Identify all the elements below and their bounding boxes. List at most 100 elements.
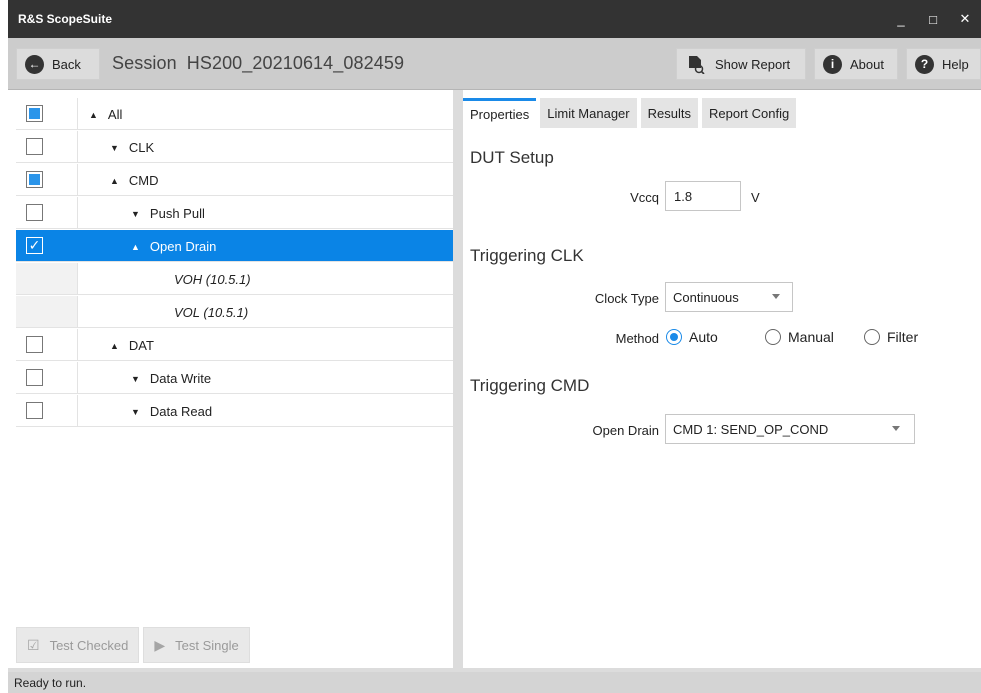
method-radio-manual[interactable]: Manual xyxy=(765,329,834,345)
test-tree-panel: ▲ All ▼ CLK ▲ CMD ▼ Push Pull ✓ ▲ Open Drain … xyxy=(16,98,453,668)
radio-label: Auto xyxy=(689,329,718,345)
session-prefix: Session xyxy=(112,53,177,73)
tree-row-clk[interactable]: ▼ CLK xyxy=(16,131,453,163)
tree-row-open-drain[interactable]: ✓ ▲ Open Drain xyxy=(16,230,453,262)
clock-type-select[interactable]: Continuous xyxy=(665,282,793,312)
session-name: HS200_20210614_082459 xyxy=(186,53,405,73)
tree-label-text: Data Read xyxy=(149,404,213,419)
show-report-button[interactable]: Show Report xyxy=(676,48,806,80)
tree-label-text: CMD xyxy=(128,173,159,188)
method-label: Method xyxy=(615,331,659,346)
expanded-arrow-icon: ▲ xyxy=(110,341,119,351)
tree-label: ▲ Open Drain xyxy=(131,239,216,254)
maximize-button[interactable]: □ xyxy=(917,0,949,38)
tree-row-cmd[interactable]: ▲ CMD xyxy=(16,164,453,196)
title-bar: R&S ScopeSuite _ □ ✕ xyxy=(8,0,981,38)
collapsed-arrow-icon: ▼ xyxy=(131,374,140,384)
checkbox[interactable] xyxy=(26,171,43,188)
show-report-label: Show Report xyxy=(715,56,791,72)
expanded-arrow-icon: ▲ xyxy=(110,176,119,186)
vccq-unit: V xyxy=(751,190,760,205)
tree-row-vol[interactable]: VOL (10.5.1) xyxy=(16,296,453,328)
tree-label: ▲ All xyxy=(89,107,122,122)
tree-label-text: Push Pull xyxy=(149,206,205,221)
collapsed-arrow-icon: ▼ xyxy=(131,407,140,417)
close-button[interactable]: ✕ xyxy=(949,0,981,38)
tree-label-text: Open Drain xyxy=(149,239,217,254)
open-drain-value: CMD 1: SEND_OP_COND xyxy=(673,421,829,437)
checkbox[interactable] xyxy=(26,105,43,122)
section-dut-setup: DUT Setup xyxy=(470,148,554,167)
checkbox-cell xyxy=(16,329,78,360)
back-label: Back xyxy=(52,56,81,72)
tree-row-dat[interactable]: ▲ DAT xyxy=(16,329,453,361)
method-radio-auto[interactable]: Auto xyxy=(666,329,718,345)
checkbox[interactable] xyxy=(26,336,43,353)
tree-row-push-pull[interactable]: ▼ Push Pull xyxy=(16,197,453,229)
clock-type-label: Clock Type xyxy=(594,291,659,306)
status-bar: Ready to run. xyxy=(8,672,981,693)
info-icon: i xyxy=(823,54,842,74)
tab-report-config[interactable]: Report Config xyxy=(701,98,797,128)
checkbox-cell xyxy=(16,395,78,426)
vccq-input[interactable]: 1.8 xyxy=(665,181,741,211)
tree-row-data-read[interactable]: ▼ Data Read xyxy=(16,395,453,427)
radio-indicator xyxy=(765,329,781,345)
chevron-down-icon xyxy=(892,426,900,431)
chevron-down-icon xyxy=(772,294,780,299)
tree-label-text: VOL (10.5.1) xyxy=(174,305,249,320)
collapsed-arrow-icon: ▼ xyxy=(131,209,140,219)
test-actions: ☑ Test Checked ▶ Test Single xyxy=(16,627,254,667)
radio-label: Filter xyxy=(887,329,919,345)
tree-label: ▲ DAT xyxy=(110,338,154,353)
checkbox[interactable] xyxy=(26,138,43,155)
open-drain-select[interactable]: CMD 1: SEND_OP_COND xyxy=(665,414,915,444)
open-drain-label: Open Drain xyxy=(592,423,659,438)
tree-label-text: VOH (10.5.1) xyxy=(174,272,251,287)
vccq-label: Vccq xyxy=(630,190,659,205)
tree-label-text: DAT xyxy=(128,338,154,353)
test-single-button[interactable]: ▶ Test Single xyxy=(143,627,250,663)
help-label: Help xyxy=(942,56,969,72)
checkbox[interactable] xyxy=(26,204,43,221)
tree-label-text: Data Write xyxy=(149,371,212,386)
checkbox-cell xyxy=(16,98,78,129)
checkbox-cell xyxy=(16,164,78,195)
tree-label: ▼ CLK xyxy=(110,140,154,155)
about-button[interactable]: i About xyxy=(814,48,898,80)
checkbox[interactable] xyxy=(26,402,43,419)
checkbox[interactable] xyxy=(26,369,43,386)
tab-properties[interactable]: Properties xyxy=(463,98,537,128)
about-label: About xyxy=(850,56,884,72)
tree-label: ▼ Data Read xyxy=(131,404,212,419)
tab-results[interactable]: Results xyxy=(640,98,698,128)
panel-splitter[interactable] xyxy=(453,90,463,668)
checkbox[interactable]: ✓ xyxy=(26,237,43,254)
checkbox-cell xyxy=(16,263,78,294)
checkbox-cell xyxy=(16,296,78,327)
test-checked-label: Test Checked xyxy=(49,637,129,653)
tree-row-voh[interactable]: VOH (10.5.1) xyxy=(16,263,453,295)
tab-bar: Properties Limit Manager Results Report … xyxy=(463,98,800,128)
back-button[interactable]: ← Back xyxy=(16,48,100,80)
tree-row-data-write[interactable]: ▼ Data Write xyxy=(16,362,453,394)
radio-indicator xyxy=(666,329,682,345)
checkbox-cell xyxy=(16,131,78,162)
tree-label: ▼ Data Write xyxy=(131,371,211,386)
help-button[interactable]: ? Help xyxy=(906,48,981,80)
status-text: Ready to run. xyxy=(14,675,87,690)
tree-label-text: All xyxy=(107,107,123,122)
report-icon xyxy=(687,55,705,75)
window-frame xyxy=(0,0,8,693)
tab-limit-manager[interactable]: Limit Manager xyxy=(540,98,637,128)
app-window: R&S ScopeSuite _ □ ✕ ← Back Session HS200… xyxy=(0,0,981,693)
tree-label-text: CLK xyxy=(128,140,155,155)
method-radio-filter[interactable]: Filter xyxy=(864,329,918,345)
tree-row-all[interactable]: ▲ All xyxy=(16,98,453,130)
test-single-label: Test Single xyxy=(175,637,239,653)
test-checked-button[interactable]: ☑ Test Checked xyxy=(16,627,140,663)
play-icon: ▶ xyxy=(154,636,166,653)
window-controls: _ □ ✕ xyxy=(885,0,981,38)
tree-label: ▲ CMD xyxy=(110,173,159,188)
minimize-button[interactable]: _ xyxy=(885,0,917,38)
